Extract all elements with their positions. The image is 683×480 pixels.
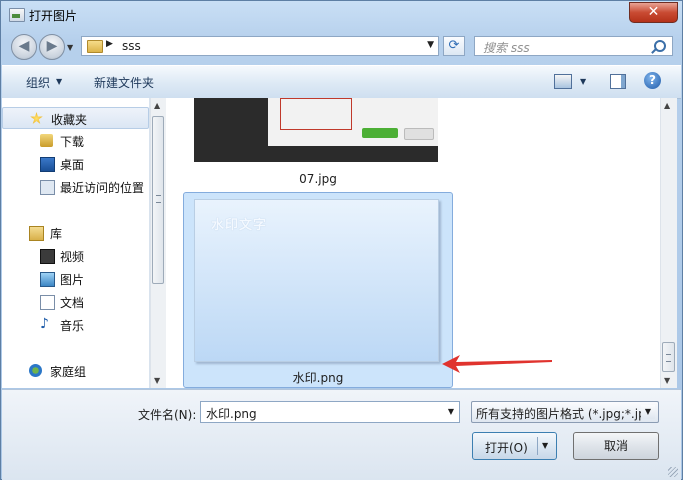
forward-arrow-icon: ▶ bbox=[46, 38, 58, 54]
sidebar-item-label: 家庭组 bbox=[50, 365, 87, 379]
sidebar-item-label: 下载 bbox=[60, 135, 85, 149]
thumbnail-grey-button bbox=[404, 128, 434, 140]
change-view-icon[interactable] bbox=[554, 74, 572, 89]
scrollbar-thumb[interactable] bbox=[662, 342, 675, 372]
file-type-filter[interactable]: 所有支持的图片格式 (*.jpg;*.jp ▼ bbox=[471, 401, 659, 423]
file-name-watermark-png: 水印.png bbox=[292, 371, 344, 385]
sidebar-item-music[interactable]: ♪ 音乐 bbox=[2, 314, 149, 336]
thumbnail-red-frame bbox=[280, 98, 352, 130]
close-icon: ✕ bbox=[647, 4, 660, 20]
sidebar-item-documents[interactable]: 文档 bbox=[2, 291, 149, 313]
command-toolbar: 组织 ▼ 新建文件夹 ▼ ? bbox=[2, 65, 681, 99]
thumbnail-green-button bbox=[362, 128, 398, 138]
open-image-dialog: 打开图片 ✕ ◀ ▶ ▼ ▶ sss ▼ ⟳ 搜索 sss 组织 ▼ 新建文件夹… bbox=[0, 0, 683, 480]
thumbnail-watermark-png: 水印文字 bbox=[194, 199, 439, 362]
title-bar: 打开图片 ✕ bbox=[1, 1, 682, 29]
file-list-scrollbar[interactable]: ▲ ▼ bbox=[660, 98, 677, 388]
recent-locations-dropdown[interactable]: ▼ bbox=[67, 43, 73, 52]
split-divider bbox=[537, 437, 538, 455]
sidebar-item-label: 桌面 bbox=[60, 158, 85, 172]
recent-places-icon bbox=[40, 180, 55, 195]
help-icon[interactable]: ? bbox=[644, 72, 661, 89]
document-library-icon bbox=[40, 295, 55, 310]
grip-icon bbox=[666, 354, 671, 362]
star-icon bbox=[30, 112, 43, 124]
search-box[interactable]: 搜索 sss bbox=[474, 36, 673, 56]
desktop-icon bbox=[40, 157, 55, 172]
file-item-watermark-png-selected[interactable]: 水印文字 水印.png bbox=[183, 192, 453, 388]
sidebar-item-homegroup[interactable]: 家庭组 bbox=[2, 360, 149, 382]
open-button-label: 打开(O) bbox=[485, 441, 528, 455]
organize-menu[interactable]: 组织 bbox=[26, 74, 50, 91]
chevron-down-icon[interactable]: ▼ bbox=[641, 405, 655, 419]
sidebar-item-recent-places[interactable]: 最近访问的位置 bbox=[2, 176, 149, 198]
filename-combobox[interactable]: 水印.png ▼ bbox=[200, 401, 460, 423]
video-library-icon bbox=[40, 249, 55, 264]
thumbnail-07-jpg[interactable] bbox=[194, 98, 438, 162]
preview-pane-icon[interactable] bbox=[610, 74, 626, 89]
window-title: 打开图片 bbox=[29, 9, 78, 23]
watermark-text: 水印文字 bbox=[211, 218, 268, 233]
filename-label: 文件名(N): bbox=[138, 408, 197, 422]
filename-input[interactable]: 水印.png bbox=[206, 405, 257, 422]
sidebar-item-libraries[interactable]: 库 bbox=[2, 222, 149, 244]
new-folder-button[interactable]: 新建文件夹 bbox=[94, 74, 154, 91]
sidebar-item-label: 文档 bbox=[60, 296, 85, 310]
breadcrumb-arrow-icon[interactable]: ▶ bbox=[106, 39, 113, 49]
back-arrow-icon: ◀ bbox=[18, 38, 30, 54]
forward-button[interactable]: ▶ bbox=[39, 34, 65, 60]
sidebar-item-label: 图片 bbox=[60, 273, 85, 287]
sidebar-item-label: 视频 bbox=[60, 250, 85, 264]
open-options-dropdown[interactable]: ▼ bbox=[542, 441, 548, 450]
library-icon bbox=[29, 226, 44, 241]
image-app-icon bbox=[9, 8, 25, 22]
refresh-icon: ⟳ bbox=[448, 38, 460, 53]
view-options-dropdown[interactable]: ▼ bbox=[580, 77, 586, 86]
navigation-bar: ◀ ▶ ▼ ▶ sss ▼ ⟳ 搜索 sss bbox=[1, 31, 682, 63]
sidebar-item-label: 库 bbox=[50, 227, 63, 241]
scroll-up-arrow-icon[interactable]: ▲ bbox=[154, 101, 160, 110]
sidebar-item-downloads[interactable]: 下载 bbox=[2, 130, 149, 152]
file-type-filter-value: 所有支持的图片格式 (*.jpg;*.jp bbox=[476, 407, 646, 421]
chevron-down-icon[interactable]: ▼ bbox=[448, 407, 454, 416]
address-path[interactable]: sss bbox=[122, 39, 141, 53]
scroll-up-arrow-icon[interactable]: ▲ bbox=[664, 101, 670, 110]
dialog-footer: 文件名(N): 水印.png ▼ 所有支持的图片格式 (*.jpg;*.jp ▼… bbox=[2, 389, 681, 480]
sidebar-item-label: 最近访问的位置 bbox=[60, 181, 145, 195]
search-placeholder: 搜索 sss bbox=[483, 41, 530, 55]
cancel-button[interactable]: 取消 bbox=[573, 432, 659, 460]
sidebar-item-favorites[interactable]: 收藏夹 bbox=[2, 107, 149, 129]
red-arrow-annotation-icon bbox=[442, 355, 552, 373]
sidebar-item-desktop[interactable]: 桌面 bbox=[2, 153, 149, 175]
scroll-down-arrow-icon[interactable]: ▼ bbox=[154, 376, 160, 385]
navigation-pane-scrollbar[interactable]: ▲ ▼ bbox=[150, 98, 166, 388]
scroll-down-arrow-icon[interactable]: ▼ bbox=[664, 376, 670, 385]
file-list: 07.jpg 水印文字 水印.png bbox=[166, 98, 660, 388]
search-icon[interactable] bbox=[654, 40, 666, 52]
back-button[interactable]: ◀ bbox=[11, 34, 37, 60]
close-button[interactable]: ✕ bbox=[629, 2, 678, 23]
open-button[interactable]: 打开(O) ▼ bbox=[472, 432, 557, 460]
scrollbar-thumb[interactable] bbox=[152, 116, 164, 284]
resize-grip-icon[interactable] bbox=[668, 467, 678, 477]
file-name-07-jpg[interactable]: 07.jpg bbox=[266, 172, 370, 186]
grip-icon bbox=[156, 195, 161, 203]
sidebar-item-label: 音乐 bbox=[60, 319, 85, 333]
sidebar-item-label: 收藏夹 bbox=[51, 113, 88, 127]
thumbnail-panel bbox=[268, 98, 438, 146]
address-bar[interactable]: ▶ sss ▼ bbox=[81, 36, 439, 56]
refresh-button[interactable]: ⟳ bbox=[443, 36, 465, 56]
navigation-pane: 收藏夹 下载 桌面 最近访问的位置 库 视频 图片 文档 ♪ 音乐 家庭组 bbox=[2, 98, 150, 388]
pictures-library-icon bbox=[40, 272, 55, 287]
folder-icon bbox=[87, 40, 103, 53]
sidebar-item-videos[interactable]: 视频 bbox=[2, 245, 149, 267]
chevron-down-icon[interactable]: ▼ bbox=[56, 77, 62, 86]
homegroup-icon bbox=[29, 364, 42, 377]
address-dropdown-icon[interactable]: ▼ bbox=[427, 40, 434, 50]
music-note-icon: ♪ bbox=[40, 316, 49, 332]
sidebar-item-pictures[interactable]: 图片 bbox=[2, 268, 149, 290]
downloads-folder-icon bbox=[40, 134, 53, 147]
